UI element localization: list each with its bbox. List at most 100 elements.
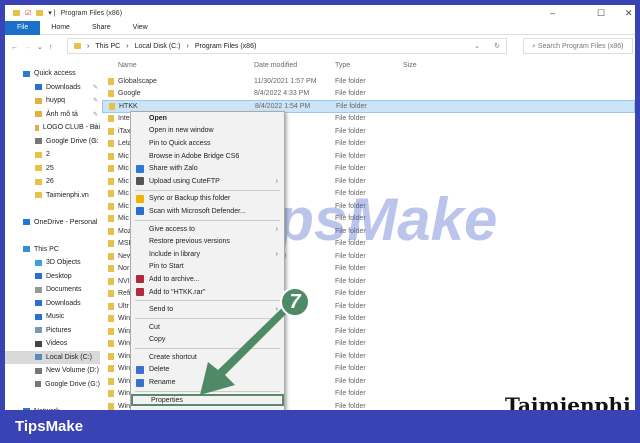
close-button[interactable]: ✕ [625,8,633,19]
menu-item-icon [136,194,144,203]
recent-dropdown-icon[interactable]: ⌄ [37,43,43,51]
file-type: File folder [335,327,366,335]
maximize-button[interactable]: ☐ [597,8,605,19]
sidebar-item[interactable]: This PC [5,243,100,257]
back-icon[interactable]: ← [11,44,18,51]
sidebar-item-label: 26 [46,178,54,186]
menu-item[interactable]: Pin to Quick access [131,137,284,150]
menu-item-label: Share with Zalo [149,165,198,173]
chevron-icon: › [87,42,90,50]
menu-item[interactable]: Open [131,112,284,125]
tab-view[interactable]: View [122,24,159,31]
menu-item[interactable]: Restore previous versions [131,235,284,248]
sidebar-item[interactable]: Desktop [5,270,100,284]
new-folder-icon[interactable] [36,10,44,16]
sidebar-item-label: Google Drive (G:) [45,380,100,388]
folder-icon [108,240,114,248]
quick-access-dropdown-icon[interactable]: ▾ | [48,9,55,17]
file-name: Win [118,377,131,385]
sidebar-item[interactable]: Downloads ✎ [5,81,100,95]
menu-item-icon [136,378,144,387]
sidebar-item[interactable]: 25 [5,162,100,176]
folder-icon [108,277,114,285]
file-type: File folder [335,352,366,360]
menu-item[interactable]: Open in new window [131,125,284,138]
refresh-icon[interactable]: ↻ [494,42,500,50]
folder-icon [108,215,114,223]
file-type: File folder [335,277,366,285]
menu-item[interactable]: Share with Zalo [131,162,284,175]
menu-item[interactable]: Browse in Adobe Bridge CS6 [131,150,284,163]
minimize-button[interactable]: – [550,8,555,18]
sidebar-item[interactable]: Documents [5,283,100,297]
sidebar-item[interactable]: Quick access [5,67,100,81]
address-bar[interactable]: › This PC › Local Disk (C:) › Program Fi… [67,38,507,54]
folder-icon [108,315,114,323]
breadcrumb-local-disk[interactable]: Local Disk (C:) [135,43,181,50]
sidebar-item[interactable]: 2 [5,148,100,162]
arrow-annotation [200,305,290,395]
sidebar-item[interactable]: Taimienphi.vn [5,189,100,203]
folder-icon [108,152,114,160]
menu-item-label: Include in library [149,250,200,258]
tab-home[interactable]: Home [40,24,81,31]
sidebar-item[interactable]: OneDrive - Personal [5,216,100,230]
up-icon[interactable]: ↑ [49,44,53,51]
sidebar-item[interactable]: LOGO CLUB - Bài ✎ [5,121,100,135]
tab-share[interactable]: Share [81,24,122,31]
sidebar-item-icon [35,111,42,118]
column-header-size[interactable]: Size [403,62,417,69]
sidebar-item-label: This PC [34,245,59,253]
menu-item[interactable]: Scan with Microsoft Defender... [131,205,284,218]
folder-icon [108,77,114,85]
file-type: File folder [335,127,366,135]
column-header-date[interactable]: Date modified [254,62,297,69]
sidebar-item[interactable]: Google Drive (G:) [5,378,100,392]
sidebar-item-icon [35,192,42,199]
menu-item[interactable]: Sync or Backup this folder [131,193,284,206]
file-type: File folder [335,177,366,185]
sidebar-item[interactable]: Local Disk (C:) [5,350,100,364]
sidebar-item[interactable]: Google Drive (G: ✎ [5,135,100,149]
menu-item[interactable]: Upload using CuteFTP › [131,175,284,188]
file-type: File folder [335,365,366,373]
sidebar-item[interactable]: Ảnh mô tả ✎ [5,108,100,122]
forward-icon[interactable]: → [24,44,31,51]
file-type: File folder [335,115,366,123]
sidebar-item-icon [35,273,42,280]
menu-item-label: Upload using CuteFTP [149,177,220,185]
file-name: Win [118,327,131,335]
properties-quick-icon[interactable]: ☑ [25,9,31,17]
sidebar-item[interactable]: huypq ✎ [5,94,100,108]
menu-item[interactable]: Pin to Start [131,261,284,274]
menu-item[interactable]: Add to "HTKK.rar" [131,286,284,299]
sidebar-item-icon [35,151,42,158]
sidebar-item[interactable]: 26 [5,175,100,189]
menu-item[interactable]: Include in library › [131,248,284,261]
sidebar-item[interactable]: Videos [5,337,100,351]
menu-item[interactable]: Give access to › [131,223,284,236]
column-header-type[interactable]: Type [335,62,350,69]
file-name: Inte [118,115,130,123]
sidebar-item[interactable]: 3D Objects [5,256,100,270]
column-header-name[interactable]: Name [118,62,137,69]
navigation-pane: Quick access Downloads ✎ huypq ✎ Ảnh mô tả ✎ LO… [5,67,100,410]
tab-file[interactable]: File [5,20,41,35]
file-row[interactable]: Google 8/4/2022 4:33 PM File folder [102,88,635,101]
file-name: Mic [118,177,129,185]
breadcrumb-this-pc[interactable]: This PC [95,43,120,50]
file-row[interactable]: Globalscape 11/30/2021 1:57 PM File folder [102,75,635,88]
address-dropdown-icon[interactable]: ⌄ [474,42,480,50]
sidebar-item-label: Pictures [46,326,72,334]
folder-icon [108,165,114,173]
sidebar-item[interactable]: Music [5,310,100,324]
sidebar-item-label: Local Disk (C:) [46,353,92,361]
sidebar-item[interactable]: New Volume (D:) [5,364,100,378]
folder-icon [108,127,114,135]
sidebar-item-label: Google Drive (G: [46,137,99,145]
menu-item[interactable]: Add to archive... [131,273,284,286]
sidebar-item[interactable]: Downloads [5,297,100,311]
search-input[interactable]: ⌕ Search Program Files (x86) [523,38,633,54]
sidebar-item[interactable]: Pictures [5,324,100,338]
breadcrumb-program-files[interactable]: Program Files (x86) [195,43,256,50]
